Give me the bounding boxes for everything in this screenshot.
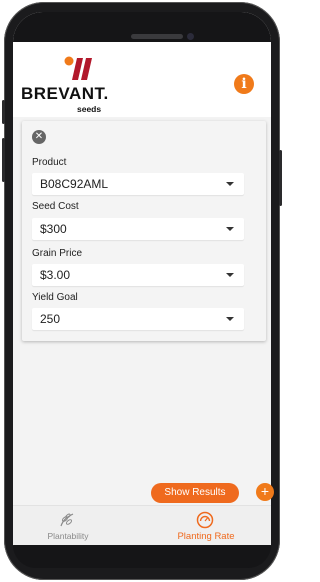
seed-cost-label: Seed Cost — [32, 201, 79, 212]
chevron-down-icon — [226, 273, 234, 277]
show-results-button[interactable]: Show Results — [151, 483, 239, 503]
yield-goal-label: Yield Goal — [32, 292, 78, 303]
side-button — [2, 138, 5, 182]
product-select[interactable]: B08C92AML — [32, 173, 244, 195]
bottom-bezel — [13, 545, 271, 568]
chevron-down-icon — [226, 227, 234, 231]
chevron-down-icon — [226, 182, 234, 186]
tab-planting-rate-label: Planting Rate — [177, 531, 235, 542]
side-button — [2, 100, 5, 124]
tab-plantability[interactable]: Plantability — [13, 506, 123, 546]
product-label: Product — [32, 157, 67, 168]
info-icon[interactable]: i — [234, 74, 254, 94]
logo-wordmark: BREVANT. — [21, 84, 109, 103]
gauge-icon — [196, 511, 214, 529]
yield-goal-select[interactable]: 250 — [32, 308, 244, 330]
input-card: ✕ Product B08C92AML Seed Cost $300 Grain… — [22, 121, 266, 341]
yield-goal-value: 250 — [40, 312, 61, 326]
plant-seed-icon — [60, 513, 74, 527]
add-button[interactable]: + — [256, 483, 274, 501]
product-value: B08C92AML — [40, 177, 109, 191]
camera — [187, 33, 194, 40]
seed-cost-select[interactable]: $300 — [32, 218, 244, 240]
brevant-logo: BREVANT. seeds — [21, 56, 121, 116]
chevron-down-icon — [226, 317, 234, 321]
bottom-tab-bar: Plantability Planting Rate — [13, 505, 271, 546]
seed-cost-value: $300 — [40, 222, 67, 236]
close-icon[interactable]: ✕ — [32, 130, 46, 144]
grain-price-select[interactable]: $3.00 — [32, 264, 244, 286]
grain-price-label: Grain Price — [32, 248, 83, 259]
logo-mark-icon — [64, 56, 92, 80]
speaker — [131, 34, 183, 39]
app-header: BREVANT. seeds — [13, 42, 271, 117]
grain-price-value: $3.00 — [40, 268, 71, 282]
side-button — [279, 150, 282, 206]
tab-plantability-label: Plantability — [47, 531, 89, 541]
logo-subtitle: seeds — [77, 104, 102, 114]
tab-planting-rate[interactable]: Planting Rate — [151, 506, 261, 546]
